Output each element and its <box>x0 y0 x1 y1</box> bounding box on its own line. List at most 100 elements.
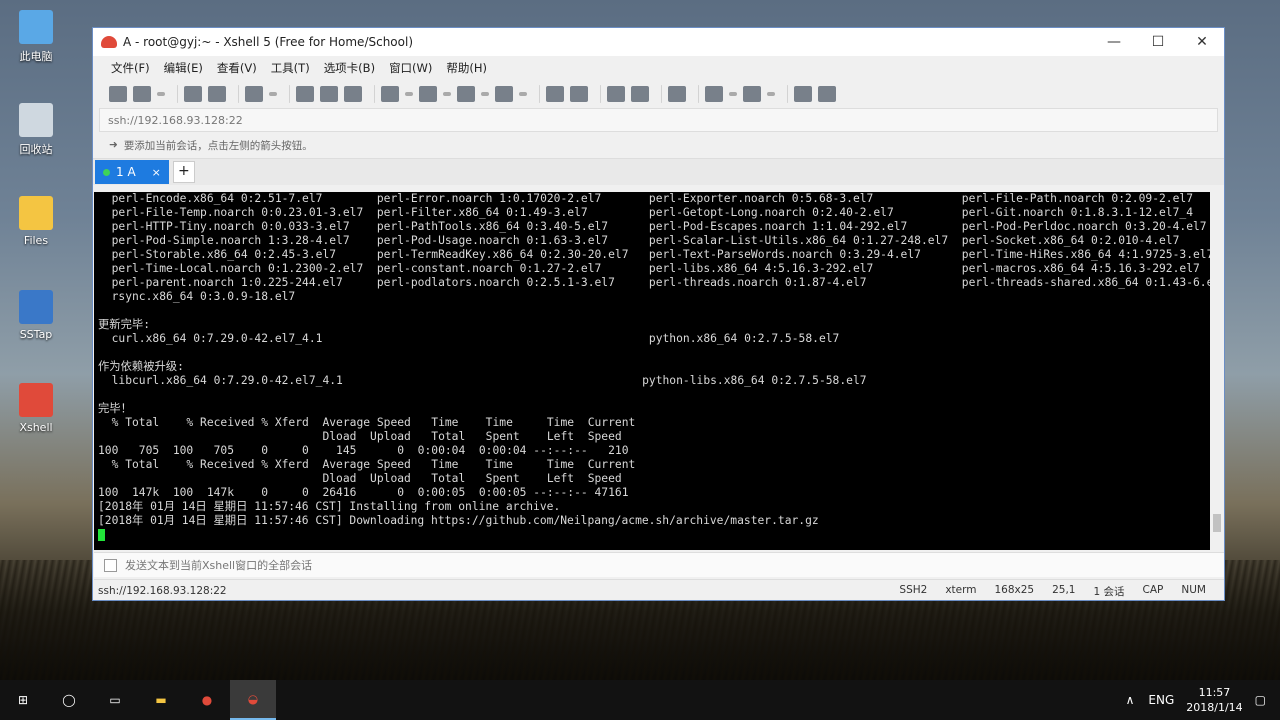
menu-item[interactable]: 文件(F) <box>111 60 150 76</box>
disconnect-icon[interactable] <box>208 86 226 102</box>
status-item: NUM <box>1181 583 1206 596</box>
scrollbar-thumb[interactable] <box>1213 514 1221 532</box>
chat-icon[interactable] <box>818 86 836 102</box>
send-all-checkbox[interactable] <box>104 558 117 572</box>
recycle-bin-icon[interactable]: 回收站 <box>8 103 64 157</box>
terminal-line: Dload Upload Total Spent Left Speed <box>98 472 622 485</box>
task-view-icon[interactable]: ▭ <box>92 680 138 720</box>
terminal-line: 完毕！ <box>98 402 132 415</box>
terminal-output[interactable]: perl-Encode.x86_64 0:2.51-7.el7 perl-Err… <box>94 192 1210 550</box>
chevron-down-icon[interactable] <box>443 92 451 96</box>
layout-icon[interactable] <box>743 86 761 102</box>
terminal-line: perl-Encode.x86_64 0:2.51-7.el7 perl-Err… <box>98 192 1194 205</box>
chevron-down-icon[interactable] <box>405 92 413 96</box>
add-tab-button[interactable]: + <box>172 161 195 183</box>
menu-item[interactable]: 查看(V) <box>217 60 257 76</box>
copy-icon[interactable] <box>296 86 314 102</box>
terminal-scrollbar[interactable] <box>1210 192 1224 550</box>
menu-item[interactable]: 选项卡(B) <box>324 60 375 76</box>
language-indicator[interactable]: ENG <box>1148 693 1174 707</box>
session-tab[interactable]: 1 A × <box>95 160 169 184</box>
transfer-icon[interactable] <box>419 86 437 102</box>
title-bar: A - root@gyj:~ - Xshell 5 (Free for Home… <box>93 28 1224 56</box>
taskbar: ⊞ ◯ ▭ ▬ ● ◒ ∧ ENG 11:57 2018/1/14 ▢ <box>0 680 1280 720</box>
status-item: xterm <box>945 583 977 596</box>
terminal-line: perl-Pod-Simple.noarch 1:3.28-4.el7 perl… <box>98 234 1180 247</box>
maximize-button[interactable]: ☐ <box>1136 34 1180 50</box>
start-button[interactable]: ⊞ <box>0 680 46 720</box>
hint-text: 要添加当前会话，点击左侧的箭头按钮。 <box>123 139 313 152</box>
terminal-line: [2018年 01月 14日 星期日 11:57:46 CST] Downloa… <box>98 514 819 527</box>
files-folder-icon[interactable]: Files <box>8 196 64 247</box>
help-icon[interactable] <box>794 86 812 102</box>
terminal-line: libcurl.x86_64 0:7.29.0-42.el7_4.1 pytho… <box>98 374 867 387</box>
this-pc-icon[interactable]: 此电脑 <box>8 10 64 64</box>
arrow-icon[interactable]: ➜ <box>109 139 118 151</box>
desktop-icon-label: 回收站 <box>19 143 53 156</box>
file-explorer-icon[interactable]: ▬ <box>138 680 184 720</box>
new-tab-icon[interactable] <box>705 86 723 102</box>
new-session-icon[interactable] <box>109 86 127 102</box>
chevron-down-icon[interactable] <box>157 92 165 96</box>
status-item: SSH2 <box>899 583 928 596</box>
tab-bar: 1 A × + <box>93 158 1224 185</box>
menu-item[interactable]: 编辑(E) <box>164 60 203 76</box>
address-bar[interactable]: ssh://192.168.93.128:22 <box>99 108 1218 132</box>
search-icon[interactable]: ◯ <box>46 680 92 720</box>
status-bar: ssh://192.168.93.128:22 SSH2 xterm 168x25 2… <box>94 579 1224 602</box>
toolbar-divider <box>374 85 375 103</box>
chevron-down-icon[interactable] <box>767 92 775 96</box>
lock-icon[interactable] <box>631 86 649 102</box>
connect-icon[interactable] <box>184 86 202 102</box>
script-icon[interactable] <box>570 86 588 102</box>
terminal-line: % Total % Received % Xferd Average Speed… <box>98 416 636 429</box>
sstap-icon[interactable]: SSTap <box>8 290 64 341</box>
print-icon[interactable] <box>381 86 399 102</box>
xshell-taskbar-icon[interactable]: ◒ <box>230 680 276 720</box>
desktop-icon-label: 此电脑 <box>19 50 53 63</box>
chevron-up-icon[interactable]: ∧ <box>1126 693 1135 707</box>
toolbar <box>93 80 1224 108</box>
notification-icon[interactable]: ▢ <box>1255 693 1266 707</box>
xftp-icon[interactable] <box>546 86 564 102</box>
terminal-line: perl-Time-Local.noarch 0:1.2300-2.el7 pe… <box>98 262 1200 275</box>
menu-item[interactable]: 帮助(H) <box>446 60 487 76</box>
globe-icon[interactable] <box>457 86 475 102</box>
xshell-glyph <box>19 383 53 417</box>
clock[interactable]: 11:57 2018/1/14 <box>1186 685 1242 715</box>
sstap-glyph <box>19 290 53 324</box>
tab-label: 1 A <box>116 165 136 179</box>
session-hint: ➜ 要添加当前会话，点击左侧的箭头按钮。 <box>93 132 1224 158</box>
paste-icon[interactable] <box>320 86 338 102</box>
toolbar-divider <box>600 85 601 103</box>
open-folder-icon[interactable] <box>133 86 151 102</box>
send-all-bar: 发送文本到当前Xshell窗口的全部会话 <box>94 552 1224 577</box>
menu-item[interactable]: 窗口(W) <box>389 60 432 76</box>
chevron-down-icon[interactable] <box>729 92 737 96</box>
terminal-line: 作为依赖被升级: <box>98 360 184 373</box>
chevron-down-icon[interactable] <box>519 92 527 96</box>
chrome-icon[interactable]: ● <box>184 680 230 720</box>
find-icon[interactable] <box>344 86 362 102</box>
fullscreen-icon[interactable] <box>607 86 625 102</box>
toolbar-divider <box>539 85 540 103</box>
tab-close-icon[interactable]: × <box>152 166 161 179</box>
this-pc-glyph <box>19 10 53 44</box>
terminal-line: curl.x86_64 0:7.29.0-42.el7_4.1 python.x… <box>98 332 840 345</box>
close-button[interactable]: ✕ <box>1180 34 1224 50</box>
chevron-down-icon[interactable] <box>269 92 277 96</box>
xshell-icon[interactable]: Xshell <box>8 383 64 434</box>
font-icon[interactable] <box>495 86 513 102</box>
menu-item[interactable]: 工具(T) <box>271 60 310 76</box>
keyboard-icon[interactable] <box>668 86 686 102</box>
properties-icon[interactable] <box>245 86 263 102</box>
minimize-button[interactable]: — <box>1092 34 1136 50</box>
send-all-input[interactable]: 发送文本到当前Xshell窗口的全部会话 <box>125 557 1224 573</box>
status-item: 1 会话 <box>1093 585 1125 598</box>
chevron-down-icon[interactable] <box>481 92 489 96</box>
terminal-line: Dload Upload Total Spent Left Speed <box>98 430 622 443</box>
xshell-app-icon <box>101 36 117 48</box>
desktop-icon-label: SSTap <box>19 328 53 341</box>
